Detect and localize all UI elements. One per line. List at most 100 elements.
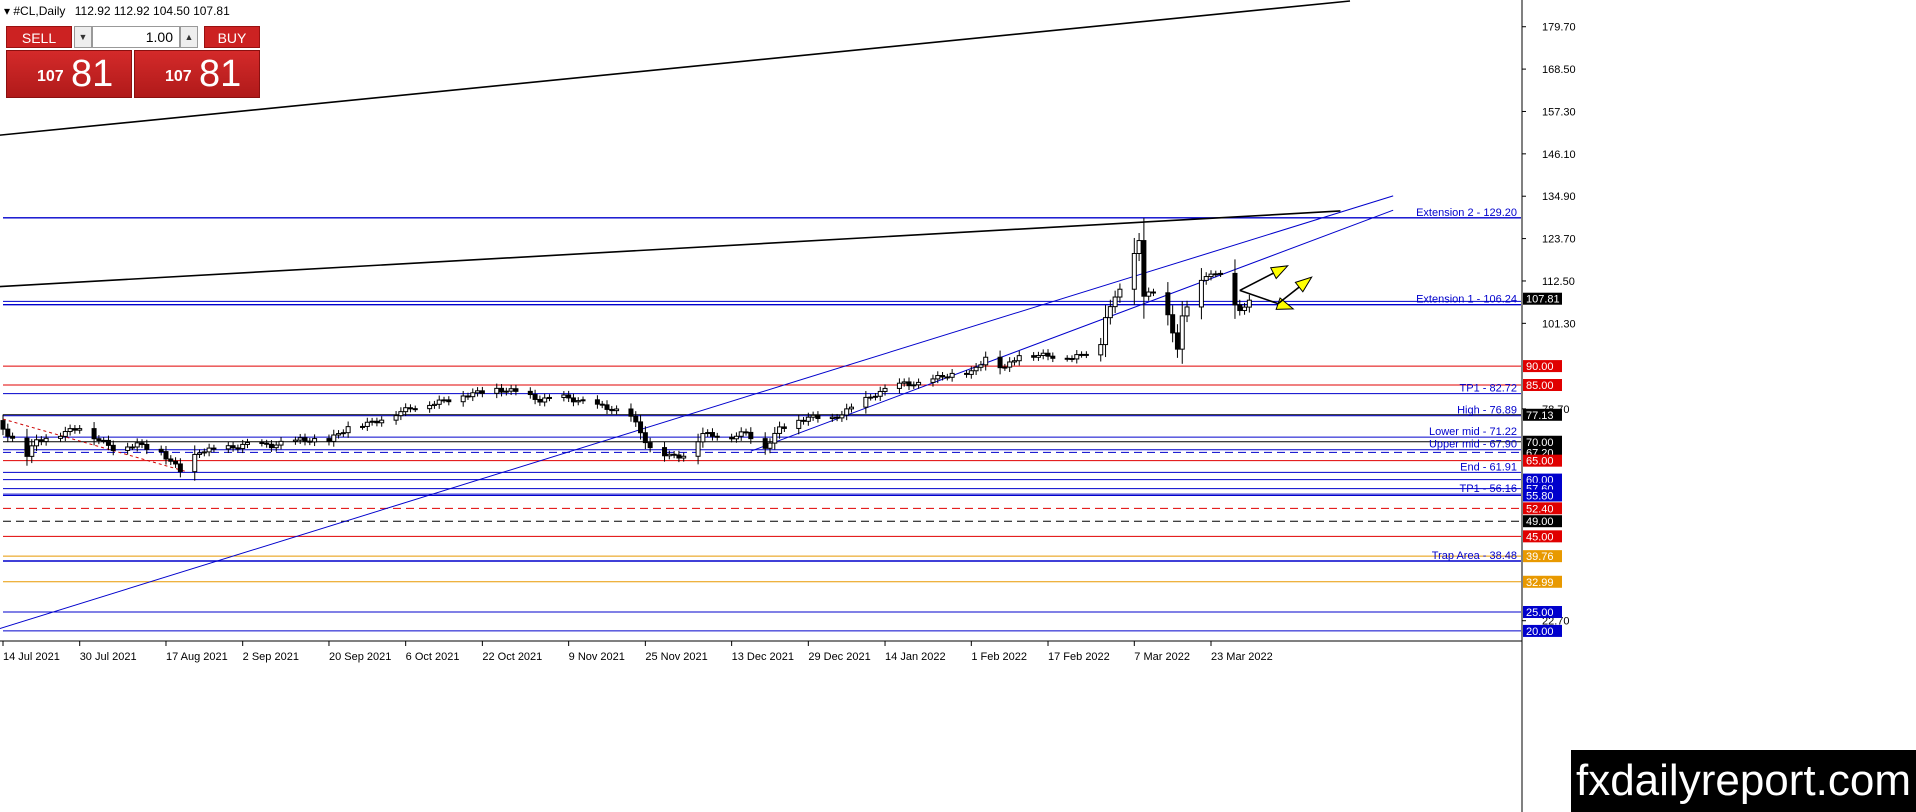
- candle-body: [848, 406, 854, 410]
- candle-body: [983, 356, 989, 366]
- candle-body: [1237, 304, 1243, 312]
- candle-body: [1198, 279, 1204, 308]
- candle-body: [302, 437, 308, 442]
- candle-body: [1050, 355, 1056, 359]
- candle-body: [364, 421, 370, 427]
- buy-price-box[interactable]: 107 81: [134, 50, 260, 98]
- x-tick-label: 14 Jan 2022: [885, 651, 946, 663]
- candle-body: [781, 426, 787, 429]
- candle-body: [34, 439, 40, 447]
- price-badge-label: 25.00: [1526, 607, 1554, 619]
- level-label: End - 61.91: [1460, 461, 1517, 473]
- candle-body: [662, 447, 668, 457]
- candle-body: [374, 420, 380, 424]
- candle-body: [1141, 240, 1147, 297]
- candle-body: [614, 408, 620, 412]
- candle-body: [1035, 354, 1041, 358]
- candle-body: [695, 441, 701, 457]
- sell-price-box[interactable]: 107 81: [6, 50, 132, 98]
- candle-body: [259, 442, 265, 445]
- candle-body: [312, 438, 318, 443]
- candle-body: [331, 434, 337, 442]
- candle-body: [968, 370, 974, 375]
- candle-body: [676, 454, 682, 459]
- candle-body: [206, 447, 212, 453]
- arrow-head: [1269, 265, 1289, 280]
- candle-body: [125, 446, 131, 451]
- chevron-up-icon: ▲: [184, 32, 194, 42]
- lot-size-input[interactable]: [92, 26, 180, 48]
- candle-body: [393, 415, 399, 421]
- candle-body: [599, 403, 605, 406]
- candle-body: [868, 396, 874, 399]
- candle-body: [872, 395, 878, 398]
- candle-body: [906, 381, 912, 387]
- candle-body: [475, 390, 481, 394]
- candle-body: [901, 381, 907, 384]
- y-tick-label: 101.30: [1542, 318, 1576, 330]
- candle-body: [700, 433, 706, 443]
- y-tick-label: 179.70: [1542, 22, 1576, 34]
- candle-body: [470, 392, 476, 398]
- candle-body: [10, 435, 16, 439]
- candle-body: [177, 463, 183, 473]
- candle-body: [733, 435, 739, 440]
- candle-body: [944, 376, 950, 379]
- arrow-shaft: [1239, 272, 1274, 292]
- candle-body: [834, 416, 840, 419]
- price-badge-label: 45.00: [1526, 531, 1554, 543]
- price-badge-label: 65.00: [1526, 456, 1554, 468]
- candle-body: [810, 414, 816, 418]
- candle-body: [546, 396, 552, 399]
- x-tick-label: 2 Sep 2021: [243, 651, 299, 663]
- candle-body: [62, 431, 68, 437]
- y-tick-label: 123.70: [1542, 234, 1576, 246]
- candle-body: [268, 443, 274, 449]
- price-chart[interactable]: Extension 2 - 129.20 Extension 1 - 106.24…: [0, 0, 1916, 812]
- candle-body: [192, 453, 198, 473]
- lot-increase-button[interactable]: ▲: [180, 26, 198, 48]
- candle-body: [527, 390, 533, 396]
- candle-body: [997, 356, 1003, 369]
- candle-body: [91, 428, 97, 440]
- candle-body: [197, 452, 203, 455]
- candle-body: [403, 407, 409, 413]
- price-badge-label: 52.40: [1526, 503, 1554, 515]
- buy-button[interactable]: BUY: [204, 26, 260, 48]
- x-tick-label: 13 Dec 2021: [732, 651, 794, 663]
- candle-body: [360, 425, 366, 428]
- candle-body: [1208, 273, 1214, 278]
- candle-body: [964, 372, 970, 375]
- axis-layer: 179.70 168.50 157.30 146.10 134.90 123.70 112.…: [0, 0, 1576, 812]
- lot-decrease-button[interactable]: ▼: [74, 26, 92, 48]
- candle-body: [134, 442, 140, 448]
- candle-body: [168, 458, 174, 462]
- level-label: Extension 1 - 106.24: [1416, 294, 1517, 306]
- x-tick-label: 25 Nov 2021: [645, 651, 707, 663]
- candle-body: [815, 414, 821, 419]
- candle-body: [561, 394, 567, 398]
- candle-body: [336, 433, 342, 436]
- candle-body: [1031, 355, 1037, 358]
- chart-title: ▾ #CL,Daily 112.92 112.92 104.50 107.81: [4, 4, 230, 18]
- symbol-label: #CL,Daily: [13, 4, 66, 18]
- candle-body: [801, 419, 807, 422]
- level-label: High - 76.89: [1457, 405, 1517, 417]
- horizontal-levels-layer: Extension 2 - 129.20 Extension 1 - 106.24…: [3, 207, 1521, 632]
- candle-body: [24, 437, 30, 457]
- candle-body: [1174, 332, 1180, 350]
- x-tick-label: 17 Feb 2022: [1048, 651, 1110, 663]
- candle-body: [542, 397, 548, 403]
- candle-body: [77, 428, 83, 431]
- candle-body: [1083, 353, 1089, 356]
- candle-body: [273, 444, 279, 449]
- candle-body: [479, 390, 485, 394]
- candle-body: [714, 435, 720, 438]
- candle-body: [1165, 292, 1171, 316]
- candle-body: [916, 381, 922, 386]
- candle-body: [1131, 252, 1137, 290]
- candle-body: [681, 455, 687, 459]
- candle-body: [1117, 288, 1123, 298]
- sell-button[interactable]: SELL: [6, 26, 72, 48]
- price-badge-label: 32.99: [1526, 577, 1554, 589]
